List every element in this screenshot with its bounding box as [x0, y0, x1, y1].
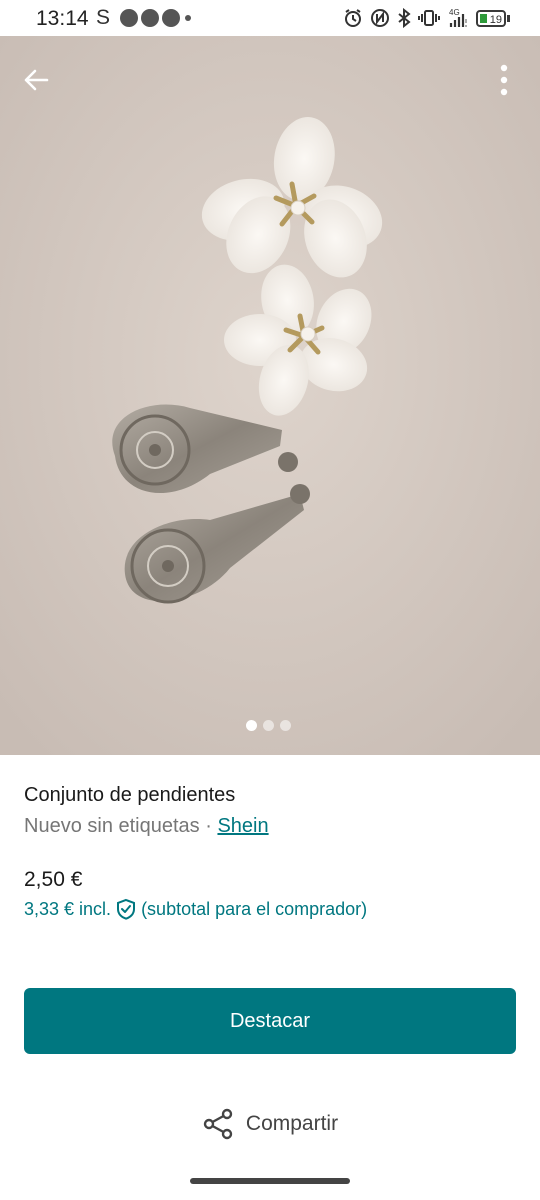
- share-button[interactable]: Compartir: [0, 1102, 540, 1146]
- more-notifications-icon: [185, 15, 191, 21]
- battery-level: 19: [489, 13, 502, 26]
- back-button[interactable]: [16, 60, 56, 100]
- pager-dot-active[interactable]: [246, 720, 257, 731]
- back-arrow-icon: [24, 69, 49, 91]
- bump-button[interactable]: Destacar: [24, 988, 516, 1054]
- pager-dot[interactable]: [280, 720, 291, 731]
- bluetooth-icon: [398, 8, 411, 28]
- network-type: 4G: [449, 8, 460, 17]
- buyer-price: 3,33 € incl.: [24, 898, 112, 919]
- item-photo-gallery[interactable]: [0, 36, 540, 755]
- battery-icon: 19: [476, 9, 506, 27]
- item-subtitle: Nuevo sin etiquetas · Shein: [24, 815, 269, 838]
- notification-icons: [120, 9, 191, 27]
- alarm-icon: [345, 9, 361, 27]
- item-condition: Nuevo sin etiquetas: [24, 815, 200, 837]
- separator: ·: [199, 815, 218, 837]
- notification-dot-icon: [162, 9, 180, 27]
- item-photo: [0, 36, 540, 755]
- share-label: Compartir: [245, 1112, 339, 1135]
- signal-icon: 4G: [449, 8, 467, 27]
- item-price: 2,50 €: [24, 868, 83, 891]
- status-time: 13:14: [36, 7, 89, 30]
- more-vertical-icon: [500, 64, 508, 96]
- carrier-icon: S: [96, 6, 111, 29]
- notification-dot-icon: [120, 9, 138, 27]
- home-indicator[interactable]: [190, 1178, 350, 1184]
- nfc-icon: [371, 9, 389, 27]
- buyer-price-note: (subtotal para el comprador): [141, 898, 368, 919]
- more-options-button[interactable]: [486, 60, 522, 100]
- share-icon: [203, 1108, 233, 1140]
- buyer-price-info[interactable]: 3,33 € incl. (subtotal para el comprador…: [24, 898, 367, 920]
- notification-dot-icon: [141, 9, 159, 27]
- status-bar: 13:14 S 4G 19: [0, 0, 540, 36]
- pager-dot[interactable]: [263, 720, 274, 731]
- status-icons: 4G 19: [343, 7, 510, 29]
- item-title: Conjunto de pendientes: [24, 784, 236, 806]
- gallery-pager: [246, 720, 291, 731]
- shield-check-icon: [117, 898, 136, 920]
- brand-link[interactable]: Shein: [217, 815, 268, 837]
- vibrate-icon: [418, 10, 440, 26]
